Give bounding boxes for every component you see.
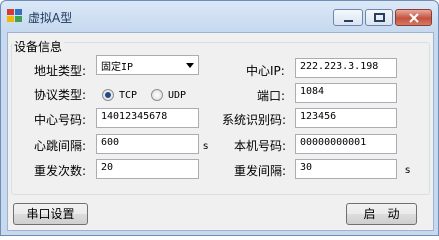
heartbeat-unit: s [203, 141, 209, 152]
close-button[interactable] [395, 9, 432, 26]
retry-count-label: 重发次数: [34, 164, 87, 178]
client-area: 设备信息 地址类型: 固定IP 协议类型: TCP UDP 中心号码: 1401… [7, 32, 434, 231]
app-icon [7, 9, 23, 23]
retry-interval-input[interactable]: 30 [295, 159, 397, 179]
address-type-select[interactable]: 固定IP [96, 55, 199, 75]
minimize-icon [344, 20, 353, 22]
group-title: 设备信息 [12, 38, 65, 55]
heartbeat-input[interactable]: 600 [96, 134, 199, 154]
maximize-icon [374, 13, 385, 22]
system-id-input[interactable]: 123456 [295, 108, 397, 128]
center-ip-label: 中心IP: [246, 64, 285, 78]
start-button[interactable]: 启 动 [346, 203, 417, 225]
chevron-down-icon [186, 63, 194, 68]
minimize-button[interactable] [333, 9, 363, 26]
center-number-input[interactable]: 14012345678 [96, 108, 199, 128]
retry-interval-unit: s [405, 165, 411, 176]
port-input[interactable]: 1084 [295, 83, 397, 103]
port-label: 端口: [257, 89, 286, 103]
address-type-label: 地址类型: [34, 64, 87, 78]
close-icon [409, 13, 419, 23]
udp-radio[interactable] [151, 89, 163, 101]
title-bar[interactable]: 虚拟A型 [1, 1, 438, 31]
retry-interval-label: 重发间隔: [234, 164, 287, 178]
local-number-input[interactable]: 00000000001 [295, 134, 397, 154]
retry-count-input[interactable]: 20 [96, 159, 199, 179]
radio-selected-dot [105, 92, 111, 98]
window-title: 虚拟A型 [28, 11, 73, 25]
maximize-button[interactable] [365, 9, 393, 26]
protocol-type-label: 协议类型: [34, 88, 87, 102]
local-number-label: 本机号码: [234, 139, 287, 153]
app-window: 虚拟A型 设备信息 地址类型: 固定IP 协议类型: TCP UDP 中心号码:… [0, 0, 439, 236]
center-ip-input[interactable]: 222.223.3.198 [295, 58, 397, 78]
heartbeat-label: 心跳间隔: [34, 139, 87, 153]
center-number-label: 中心号码: [34, 113, 87, 127]
tcp-radio[interactable] [102, 89, 114, 101]
tcp-label[interactable]: TCP [119, 90, 137, 101]
udp-label[interactable]: UDP [168, 90, 186, 101]
address-type-value: 固定IP [101, 62, 134, 73]
serial-settings-button[interactable]: 串口设置 [13, 203, 88, 225]
system-id-label: 系统识别码: [222, 113, 287, 127]
